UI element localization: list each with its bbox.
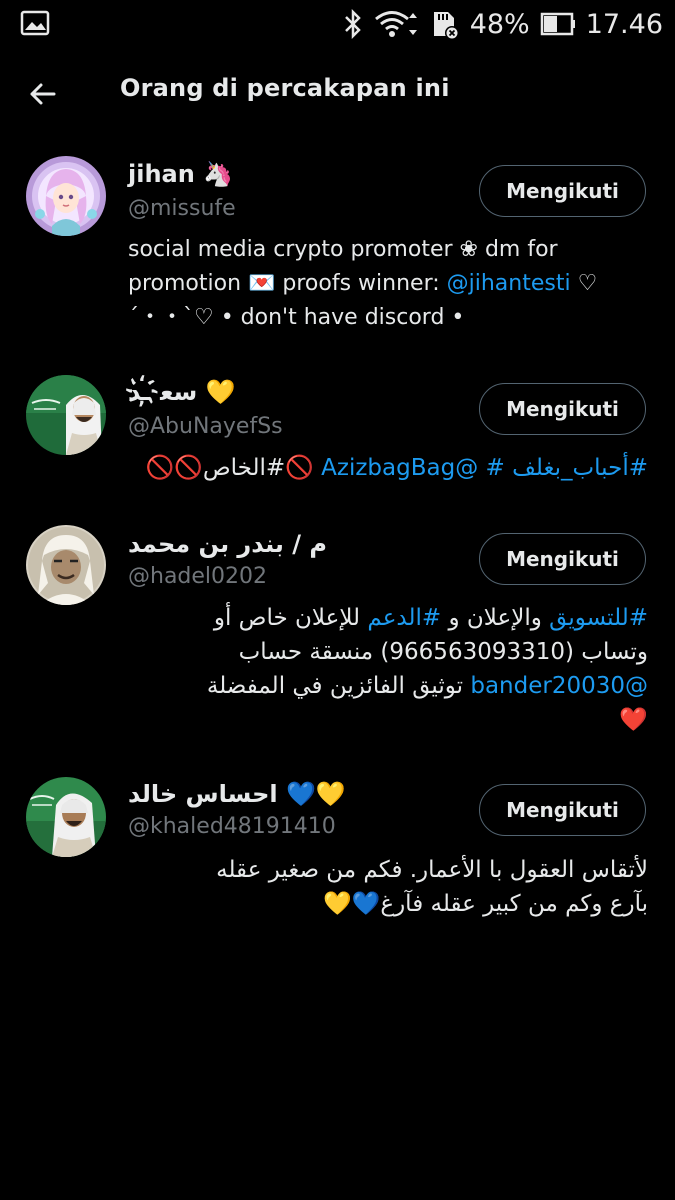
user-handle: @AbuNayefSs [128,414,283,439]
gallery-icon [20,10,50,40]
user-bio: #أحباب_بغلف # @AzizbagBag 🚫#الخاص🚫🚫 [128,451,648,485]
avatar[interactable] [26,777,106,857]
mention-link[interactable]: @bander20030 [470,673,648,699]
bio-line: social media crypto promoter ❀ dm for [128,237,558,262]
bio-text: ♡ [570,271,598,296]
avatar[interactable] [26,525,106,605]
hashtag-link[interactable]: #أحباب_بغلف [512,455,648,481]
user-bio: social media crypto promoter ❀ dm for pr… [128,233,648,335]
bio-text: توثيق الفائزين في المفضلة [206,673,471,699]
avatar[interactable] [26,156,106,236]
hashtag-link[interactable]: #للتسويق [549,605,648,631]
status-bar: 48% 17.46 [0,0,675,48]
user-handle: @khaled48191410 [128,814,336,839]
following-button[interactable]: Mengikuti [479,165,646,217]
mention-link[interactable]: @jihantesti [447,271,571,296]
avatar[interactable] [26,375,106,455]
hashtag-link[interactable]: #الدعم [367,605,441,631]
following-button[interactable]: Mengikuti [479,784,646,836]
user-name[interactable]: سع҉ـد 💛 [128,378,236,406]
bio-line: لأتقاس العقول با الأعمار. فكم من صغير عق… [216,857,648,883]
bio-line: بآرع وكم من كبير عقله فآرغ💙💛 [323,891,648,917]
bio-line: ❤️ [619,707,648,733]
user-name[interactable]: jihan 🦄 [128,160,233,188]
bio-text: والإعلان و [441,605,550,631]
hashtag-link[interactable]: # [486,455,505,481]
bio-line: ´・・`♡ • don't have discord • [128,305,465,330]
bio-line: #للتسويق والإعلان و #الدعم للإعلان خاص أ… [128,601,648,635]
user-handle: @hadel0202 [128,564,268,589]
following-button[interactable]: Mengikuti [479,533,646,585]
header: Orang di percakapan ini [0,60,675,126]
back-arrow-icon[interactable] [26,76,62,112]
user-bio: #للتسويق والإعلان و #الدعم للإعلان خاص أ… [128,601,648,737]
battery-percent: 48% [469,8,530,40]
battery-icon [540,11,576,37]
bio-line: promotion 💌 proofs winner: @jihantesti ♡ [128,267,648,301]
user-bio: لأتقاس العقول با الأعمار. فكم من صغير عق… [128,853,648,921]
user-name[interactable]: م / بندر بن محمد [128,530,327,558]
user-name[interactable]: احساس خالد 💙💛 [128,780,346,808]
following-button[interactable]: Mengikuti [479,383,646,435]
mention-link[interactable]: @AzizbagBag [321,455,478,481]
clock: 17.46 [585,8,663,40]
bio-text: promotion 💌 proofs winner: [128,271,447,296]
bio-text: للإعلان خاص أو [213,605,368,631]
page-title: Orang di percakapan ini [120,74,450,102]
sd-card-icon [430,8,460,40]
bio-text: 🚫#الخاص🚫🚫 [145,455,314,481]
user-handle: @missufe [128,196,236,221]
bluetooth-icon [342,9,364,39]
wifi-icon [374,9,420,39]
bio-line: وتساب (966563093310) منسقة حساب [238,639,648,665]
bio-line: @bander20030 توثيق الفائزين في المفضلة [128,669,648,703]
